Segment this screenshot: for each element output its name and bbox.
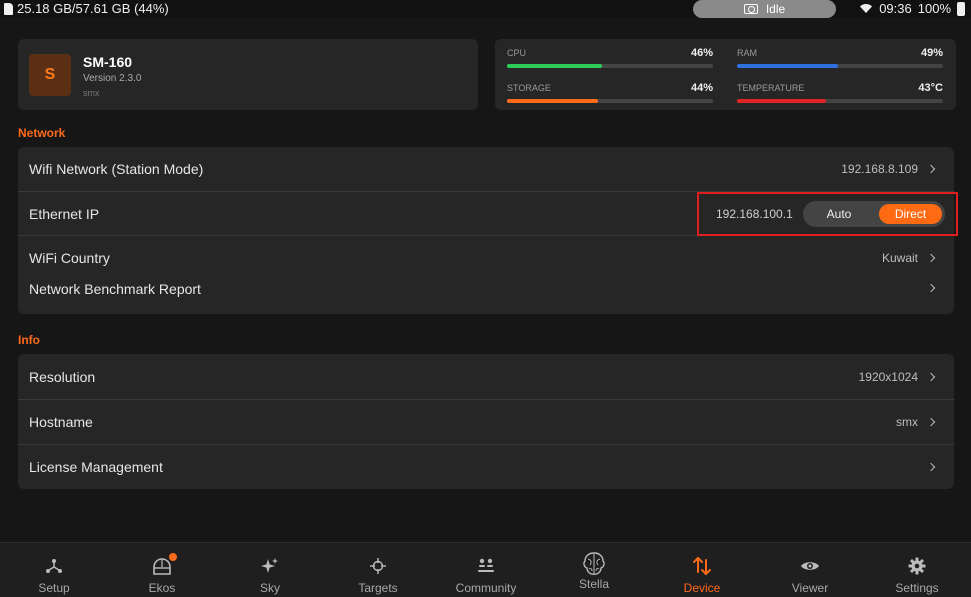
nav-setup-label: Setup <box>38 581 70 595</box>
chevron-right-icon <box>926 372 936 381</box>
setup-icon <box>45 555 63 577</box>
clock: 09:36 <box>879 1 912 16</box>
stat-cpu-value: 46% <box>690 47 713 59</box>
community-icon <box>476 555 496 577</box>
status-pill[interactable]: Idle <box>693 0 836 18</box>
nav-settings-label: Settings <box>895 581 939 595</box>
license-management-label: License Management <box>29 459 163 475</box>
resolution-row[interactable]: Resolution 1920x1024 <box>18 354 954 399</box>
chevron-right-icon <box>926 417 936 427</box>
stat-cpu-label: CPU <box>507 48 527 58</box>
nav-viewer[interactable]: Viewer <box>756 543 864 597</box>
stat-storage-value: 44% <box>690 82 713 94</box>
ekos-icon <box>151 553 177 577</box>
resolution-value: 1920x1024 <box>858 369 918 384</box>
chevron-right-icon <box>926 283 936 293</box>
network-benchmark-row[interactable]: Network Benchmark Report <box>18 279 954 314</box>
wifi-country-row[interactable]: WiFi Country Kuwait <box>18 235 954 279</box>
nav-targets-label: Targets <box>358 581 398 595</box>
wifi-network-value: 192.168.8.109 <box>841 162 918 176</box>
ethernet-mode-highlight: 192.168.100.1 Auto Direct <box>697 192 958 236</box>
nav-sky[interactable]: Sky <box>216 543 324 597</box>
license-management-row[interactable]: License Management <box>18 444 954 489</box>
nav-device-label: Device <box>683 581 721 595</box>
ethernet-ip-value: 192.168.100.1 <box>716 207 793 221</box>
eye-icon <box>800 555 820 577</box>
sd-card-icon <box>4 2 13 15</box>
crosshair-icon <box>369 555 387 577</box>
gear-icon <box>908 555 926 577</box>
info-section-title: Info <box>18 333 40 347</box>
nav-stella[interactable]: Stella <box>540 543 648 597</box>
wifi-network-row[interactable]: Wifi Network (Station Mode) 192.168.8.10… <box>18 147 954 191</box>
nav-device[interactable]: Device <box>648 543 756 597</box>
nav-community-label: Community <box>455 581 517 595</box>
system-stats-card: CPU 46% RAM 49% STORAGE 44% TEMPERATURE … <box>495 39 956 110</box>
sparkle-icon <box>260 555 280 577</box>
ekos-notification-badge <box>169 553 177 561</box>
stat-ram-track <box>737 64 943 68</box>
nav-targets[interactable]: Targets <box>324 543 432 597</box>
storage-indicator: 25.18 GB/57.61 GB (44%) <box>4 1 169 16</box>
stat-temperature-value: 43°C <box>918 82 943 94</box>
stella-brain-icon <box>580 551 608 577</box>
ethernet-mode-direct[interactable]: Direct <box>879 204 942 224</box>
stat-storage-track <box>507 99 713 103</box>
resolution-label: Resolution <box>29 368 96 385</box>
camera-icon <box>743 4 758 14</box>
info-list: Resolution 1920x1024 Hostname smx Licens… <box>18 354 954 489</box>
nav-ekos-label: Ekos <box>148 581 176 595</box>
battery-text: 100% <box>917 1 951 16</box>
stat-temperature-track <box>737 99 943 103</box>
status-text: Idle <box>765 2 786 16</box>
chevron-right-icon <box>926 164 936 174</box>
chevron-right-icon <box>926 253 936 262</box>
stat-storage-fill <box>507 99 598 103</box>
status-bar: 25.18 GB/57.61 GB (44%) Idle 09:36 100% <box>0 0 971 18</box>
nav-setup[interactable]: Setup <box>0 543 108 597</box>
bottom-navigation: Setup Ekos Sky Targets Community Stella <box>0 542 971 597</box>
chevron-right-icon <box>926 462 936 472</box>
wifi-country-label: WiFi Country <box>29 249 110 266</box>
device-avatar: S <box>29 54 71 96</box>
network-benchmark-label: Network Benchmark Report <box>29 281 201 297</box>
nav-sky-label: Sky <box>259 581 280 595</box>
nav-settings[interactable]: Settings <box>863 543 971 597</box>
nav-community[interactable]: Community <box>432 543 540 597</box>
device-name: SM-160 <box>83 54 133 70</box>
system-indicators: 09:36 100% <box>859 1 965 16</box>
transfer-arrows-icon <box>692 555 712 577</box>
device-host: smx <box>83 88 100 98</box>
storage-text: 25.18 GB/57.61 GB (44%) <box>17 1 169 16</box>
wifi-country-value: Kuwait <box>881 250 918 265</box>
nav-stella-label: Stella <box>578 577 610 591</box>
ethernet-mode-toggle[interactable]: Auto Direct <box>803 201 945 227</box>
network-section-title: Network <box>18 126 66 140</box>
stat-storage-label: STORAGE <box>507 83 551 93</box>
hostname-label: Hostname <box>29 414 93 430</box>
nav-ekos[interactable]: Ekos <box>108 543 216 597</box>
stat-ram-fill <box>737 64 838 68</box>
battery-icon <box>957 1 965 16</box>
wifi-icon <box>859 3 873 14</box>
ethernet-mode-auto[interactable]: Auto <box>803 201 875 227</box>
hostname-value: smx <box>896 415 918 429</box>
hostname-row[interactable]: Hostname smx <box>18 399 954 444</box>
device-version: Version 2.3.0 <box>83 73 142 84</box>
stat-ram-label: RAM <box>737 48 757 58</box>
device-card: S SM-160 Version 2.3.0 smx <box>18 39 478 110</box>
stat-ram-value: 49% <box>920 47 943 59</box>
stat-cpu-track <box>507 64 713 68</box>
nav-viewer-label: Viewer <box>791 581 829 595</box>
stat-cpu-fill <box>507 64 602 68</box>
stat-temperature-label: TEMPERATURE <box>737 83 805 93</box>
wifi-network-label: Wifi Network (Station Mode) <box>29 161 204 177</box>
stat-temperature-fill <box>737 99 826 103</box>
